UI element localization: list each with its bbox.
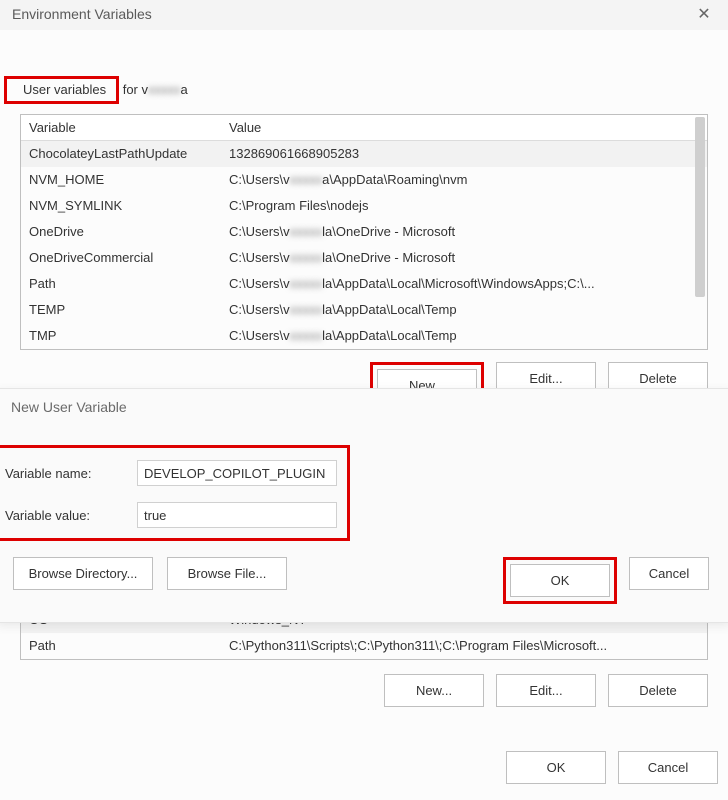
- env-vars-dialog: Environment Variables ✕ User variables f…: [0, 0, 728, 800]
- user-for-text-right: a: [181, 82, 188, 97]
- table-row[interactable]: TEMP: [21, 297, 221, 323]
- sub-dialog-title: New User Variable: [0, 389, 728, 425]
- dialog-titlebar: Environment Variables ✕: [0, 0, 728, 30]
- variable-name-row: Variable name:: [5, 460, 337, 486]
- ok-button[interactable]: OK: [510, 564, 610, 597]
- sub-dialog-form-highlight: Variable name: Variable value:: [0, 445, 350, 541]
- table-row[interactable]: Path: [21, 633, 221, 659]
- browse-file-button[interactable]: Browse File...: [167, 557, 287, 590]
- cancel-button[interactable]: Cancel: [629, 557, 709, 590]
- scrollbar-thumb[interactable]: [695, 117, 705, 297]
- dialog-title: Environment Variables: [12, 6, 152, 22]
- table-row[interactable]: NVM_HOME: [21, 167, 221, 193]
- user-vars-section-header: User variables for vxxxxxa: [0, 30, 728, 110]
- table-row[interactable]: OneDrive: [21, 219, 221, 245]
- table-row[interactable]: OneDriveCommercial: [21, 245, 221, 271]
- user-for-blur: xxxxx: [148, 82, 181, 97]
- variable-name-label: Variable name:: [5, 466, 135, 481]
- new-button[interactable]: New...: [384, 674, 484, 707]
- user-vars-label: User variables: [19, 80, 110, 99]
- variable-value-input[interactable]: [137, 502, 337, 528]
- user-vars-table[interactable]: Variable Value ChocolateyLastPathUpdate …: [20, 114, 708, 350]
- new-user-variable-dialog: New User Variable Variable name: Variabl…: [0, 388, 728, 623]
- browse-directory-button[interactable]: Browse Directory...: [13, 557, 153, 590]
- variable-value-row: Variable value:: [5, 502, 337, 528]
- table-row[interactable]: Path: [21, 271, 221, 297]
- table-row[interactable]: C:\Users\vxxxxxla\OneDrive - Microsoft: [221, 245, 707, 271]
- close-icon[interactable]: ✕: [696, 4, 720, 24]
- table-row[interactable]: NVM_SYMLINK: [21, 193, 221, 219]
- table-row[interactable]: TMP: [21, 323, 221, 349]
- dialog-bottom-buttons: OK Cancel: [506, 751, 718, 784]
- variable-value-label: Variable value:: [5, 508, 135, 523]
- col-header-value[interactable]: Value: [221, 115, 707, 141]
- table-row[interactable]: C:\Users\vxxxxxla\AppData\Local\Microsof…: [221, 271, 707, 297]
- table-row[interactable]: C:\Users\vxxxxxla\OneDrive - Microsoft: [221, 219, 707, 245]
- table-row[interactable]: C:\Users\vxxxxxa\AppData\Roaming\nvm: [221, 167, 707, 193]
- table-row[interactable]: 132869061668905283: [221, 141, 707, 167]
- variable-name-input[interactable]: [137, 460, 337, 486]
- table-row[interactable]: C:\Users\vxxxxxla\AppData\Local\Temp: [221, 323, 707, 349]
- user-for-text-left: for v: [119, 82, 148, 97]
- col-header-variable[interactable]: Variable: [21, 115, 221, 141]
- delete-button[interactable]: Delete: [608, 674, 708, 707]
- cancel-button[interactable]: Cancel: [618, 751, 718, 784]
- edit-button[interactable]: Edit...: [496, 674, 596, 707]
- table-row[interactable]: C:\Program Files\nodejs: [221, 193, 707, 219]
- table-row[interactable]: C:\Python311\Scripts\;C:\Python311\;C:\P…: [221, 633, 707, 659]
- sub-dialog-button-row: Browse Directory... Browse File... OK Ca…: [0, 541, 728, 622]
- table-row[interactable]: C:\Users\vxxxxxla\AppData\Local\Temp: [221, 297, 707, 323]
- ok-button[interactable]: OK: [506, 751, 606, 784]
- system-vars-button-row: New... Edit... Delete: [364, 662, 728, 719]
- table-row[interactable]: ChocolateyLastPathUpdate: [21, 141, 221, 167]
